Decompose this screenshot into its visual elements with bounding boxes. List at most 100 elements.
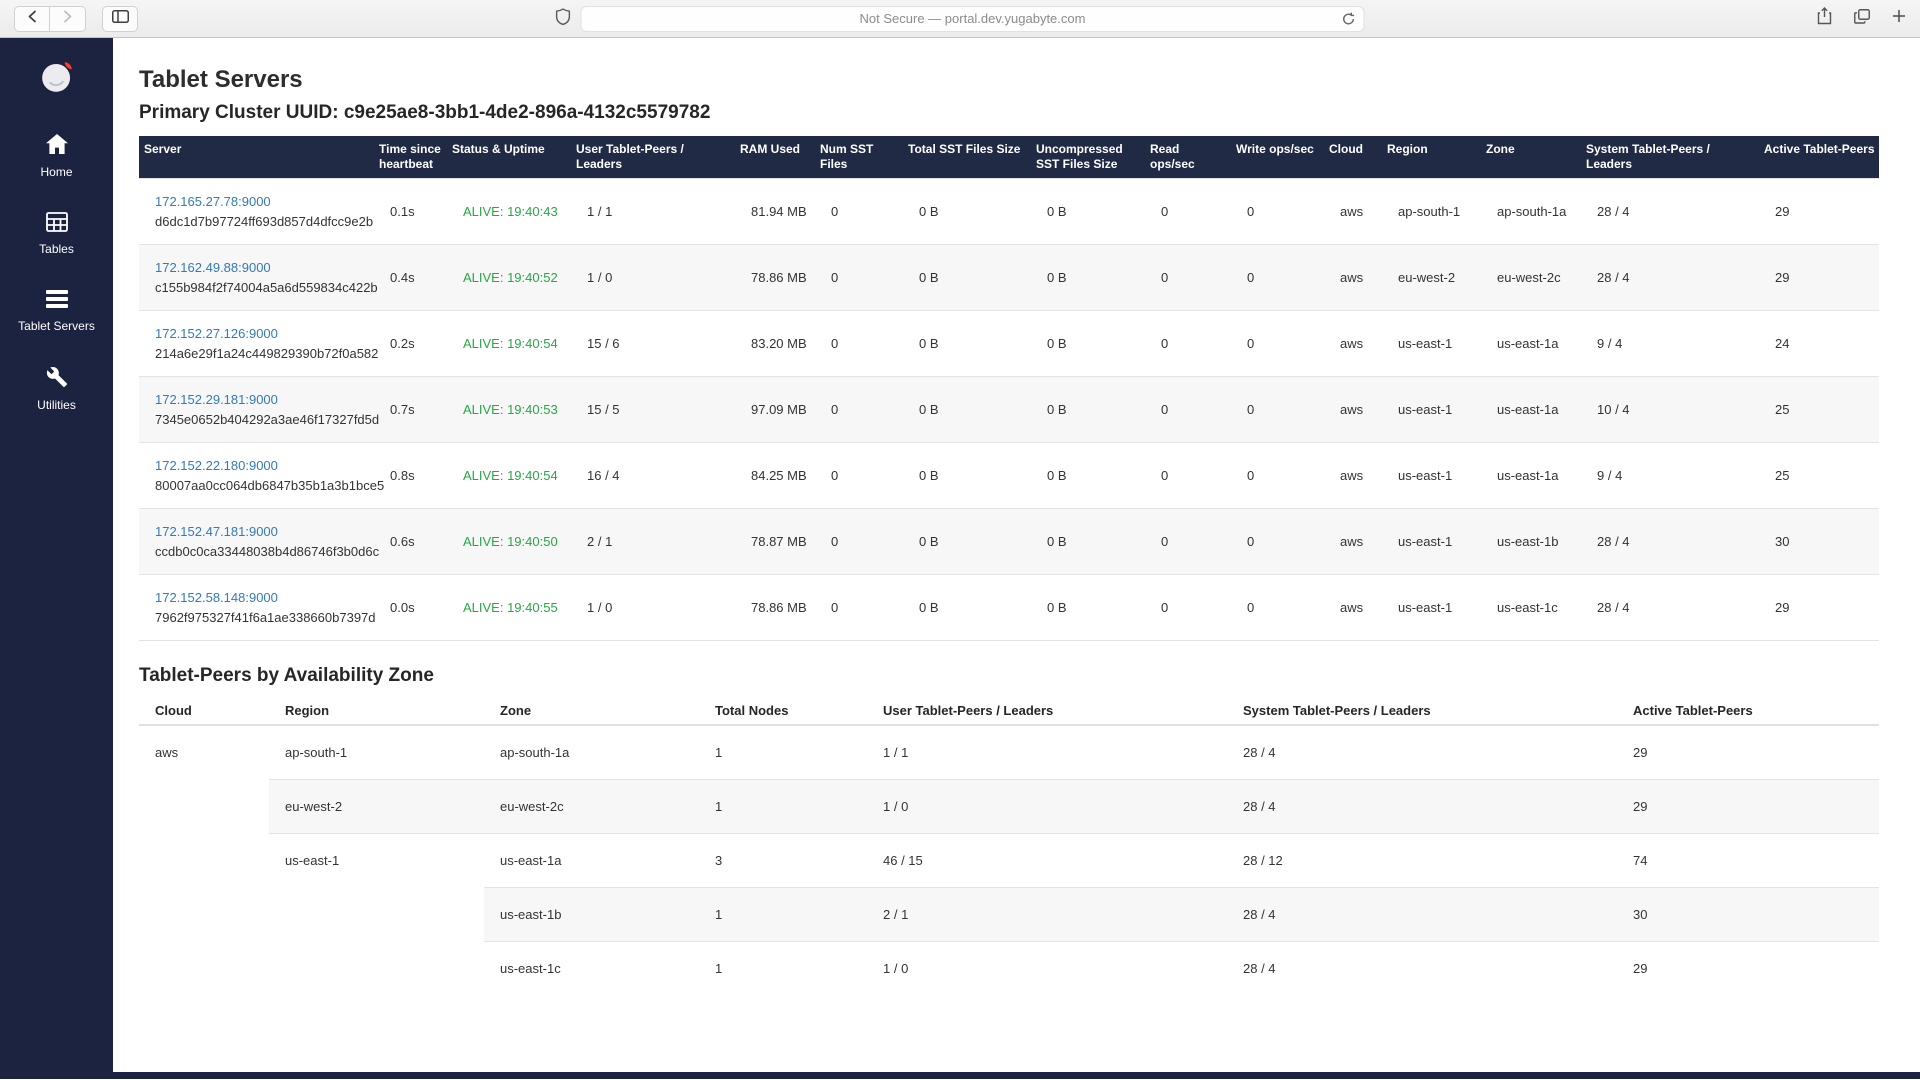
cluster-uuid-heading: Primary Cluster UUID: c9e25ae8-3bb1-4de2… bbox=[139, 102, 1906, 124]
cell-heartbeat: 0.6s bbox=[374, 509, 447, 575]
cell-read-ops: 0 bbox=[1145, 245, 1231, 311]
cell-region: eu-west-2 bbox=[269, 780, 484, 834]
cell-num-sst: 0 bbox=[815, 509, 903, 575]
share-icon[interactable] bbox=[1817, 7, 1832, 30]
cell-system-peers: 28 / 12 bbox=[1227, 834, 1617, 888]
sidebar-item-tables[interactable]: Tables bbox=[0, 212, 113, 256]
col-zone: Zone bbox=[484, 697, 699, 725]
server-uuid: 80007aa0cc064db6847b35b1a3b1bce5 bbox=[155, 478, 370, 493]
tablet-servers-icon bbox=[45, 289, 69, 314]
cell-server: 172.152.58.148:9000 7962f975327f41f6a1ae… bbox=[139, 575, 374, 641]
cell-server: 172.152.27.126:9000 214a6e29f1a24c449829… bbox=[139, 311, 374, 377]
tab-overview-icon[interactable] bbox=[1854, 9, 1870, 29]
cell-user-peers: 2 / 1 bbox=[867, 888, 1227, 942]
cell-system-peers: 28 / 4 bbox=[1227, 780, 1617, 834]
cell-write-ops: 0 bbox=[1231, 509, 1324, 575]
sidebar-toggle-button[interactable] bbox=[102, 6, 138, 32]
cell-system-peers: 28 / 4 bbox=[1227, 725, 1617, 780]
cell-user-peers: 1 / 0 bbox=[867, 942, 1227, 996]
sidebar-item-home[interactable]: Home bbox=[0, 133, 113, 179]
cell-total-sst: 0 B bbox=[903, 179, 1031, 245]
new-tab-icon[interactable] bbox=[1892, 9, 1906, 28]
table-header-row: Server Time since heartbeat Status & Upt… bbox=[139, 136, 1879, 179]
table-row: 172.152.29.181:9000 7345e0652b404292a3ae… bbox=[139, 377, 1879, 443]
back-button[interactable] bbox=[14, 6, 50, 32]
cell-system-peers: 28 / 4 bbox=[1227, 942, 1617, 996]
forward-button[interactable] bbox=[50, 6, 86, 32]
cell-cloud: aws bbox=[1324, 509, 1382, 575]
col-cloud: Cloud bbox=[1324, 136, 1382, 179]
cell-system-peers: 9 / 4 bbox=[1581, 443, 1759, 509]
cell-cloud: aws bbox=[139, 725, 269, 995]
server-address-link[interactable]: 172.152.47.181:9000 bbox=[155, 524, 370, 539]
cell-ram: 97.09 MB bbox=[735, 377, 815, 443]
cell-ram: 83.20 MB bbox=[735, 311, 815, 377]
cell-user-peers: 16 / 4 bbox=[571, 443, 735, 509]
shield-icon[interactable] bbox=[556, 8, 571, 30]
server-address-link[interactable]: 172.165.27.78:9000 bbox=[155, 194, 370, 209]
cell-uncompressed-sst: 0 B bbox=[1031, 245, 1145, 311]
cell-user-peers: 2 / 1 bbox=[571, 509, 735, 575]
availability-zone-table: Cloud Region Zone Total Nodes User Table… bbox=[139, 697, 1879, 995]
sidebar-item-utilities[interactable]: Utilities bbox=[0, 366, 113, 412]
cell-heartbeat: 0.0s bbox=[374, 575, 447, 641]
cell-server: 172.165.27.78:9000 d6dc1d7b97724ff693d85… bbox=[139, 179, 374, 245]
cell-cloud: aws bbox=[1324, 575, 1382, 641]
reload-icon[interactable] bbox=[1342, 12, 1356, 31]
cell-region: ap-south-1 bbox=[1382, 179, 1481, 245]
cell-status: ALIVE: 19:40:52 bbox=[447, 245, 571, 311]
sidebar: Home Tables Tablet Servers Utilities bbox=[0, 38, 113, 1079]
col-active-peers: Active Tablet-Peers bbox=[1759, 136, 1879, 179]
cell-zone: us-east-1b bbox=[1481, 509, 1581, 575]
cell-total-sst: 0 B bbox=[903, 509, 1031, 575]
col-write-ops: Write ops/sec bbox=[1231, 136, 1324, 179]
cell-zone: us-east-1a bbox=[1481, 311, 1581, 377]
col-region: Region bbox=[269, 697, 484, 725]
cell-system-peers: 10 / 4 bbox=[1581, 377, 1759, 443]
cell-active-peers: 29 bbox=[1617, 942, 1879, 996]
server-address-link[interactable]: 172.152.58.148:9000 bbox=[155, 590, 370, 605]
cell-uncompressed-sst: 0 B bbox=[1031, 311, 1145, 377]
col-total-nodes: Total Nodes bbox=[699, 697, 867, 725]
table-row: 172.152.47.181:9000 ccdb0c0ca33448038b4d… bbox=[139, 509, 1879, 575]
cell-zone: eu-west-2c bbox=[484, 780, 699, 834]
table-row: 172.152.22.180:9000 80007aa0cc064db6847b… bbox=[139, 443, 1879, 509]
col-total-sst: Total SST Files Size bbox=[903, 136, 1031, 179]
cell-uncompressed-sst: 0 B bbox=[1031, 377, 1145, 443]
server-address-link[interactable]: 172.162.49.88:9000 bbox=[155, 260, 370, 275]
cell-ram: 78.86 MB bbox=[735, 575, 815, 641]
cell-region: us-east-1 bbox=[1382, 509, 1481, 575]
cell-ram: 78.86 MB bbox=[735, 245, 815, 311]
cell-status: ALIVE: 19:40:54 bbox=[447, 443, 571, 509]
forward-icon bbox=[61, 10, 74, 28]
back-icon bbox=[26, 10, 39, 28]
server-address-link[interactable]: 172.152.22.180:9000 bbox=[155, 458, 370, 473]
sidebar-item-tablet-servers[interactable]: Tablet Servers bbox=[0, 289, 113, 333]
server-address-link[interactable]: 172.152.27.126:9000 bbox=[155, 326, 370, 341]
cell-write-ops: 0 bbox=[1231, 245, 1324, 311]
col-uncompressed-sst: Uncompressed SST Files Size bbox=[1031, 136, 1145, 179]
sidebar-item-label: Home bbox=[40, 165, 72, 179]
server-uuid: c155b984f2f74004a5a6d559834c422b bbox=[155, 280, 370, 295]
col-user-peers: User Tablet-Peers / Leaders bbox=[571, 136, 735, 179]
cell-ram: 81.94 MB bbox=[735, 179, 815, 245]
cell-user-peers: 1 / 1 bbox=[571, 179, 735, 245]
cell-heartbeat: 0.1s bbox=[374, 179, 447, 245]
cell-active-peers: 24 bbox=[1759, 311, 1879, 377]
cell-num-sst: 0 bbox=[815, 311, 903, 377]
cell-status: ALIVE: 19:40:53 bbox=[447, 377, 571, 443]
cell-num-sst: 0 bbox=[815, 443, 903, 509]
cell-region: ap-south-1 bbox=[269, 725, 484, 780]
yugabyte-logo[interactable] bbox=[39, 59, 75, 100]
cell-zone: us-east-1a bbox=[484, 834, 699, 888]
server-address-link[interactable]: 172.152.29.181:9000 bbox=[155, 392, 370, 407]
col-zone: Zone bbox=[1481, 136, 1581, 179]
cell-heartbeat: 0.8s bbox=[374, 443, 447, 509]
cell-write-ops: 0 bbox=[1231, 179, 1324, 245]
cell-num-sst: 0 bbox=[815, 575, 903, 641]
cell-read-ops: 0 bbox=[1145, 575, 1231, 641]
app-window: Home Tables Tablet Servers Utilities Tab… bbox=[0, 38, 1920, 1079]
cell-zone: us-east-1c bbox=[1481, 575, 1581, 641]
cell-cloud: aws bbox=[1324, 245, 1382, 311]
url-field[interactable]: Not Secure — portal.dev.yugabyte.com bbox=[581, 6, 1365, 32]
